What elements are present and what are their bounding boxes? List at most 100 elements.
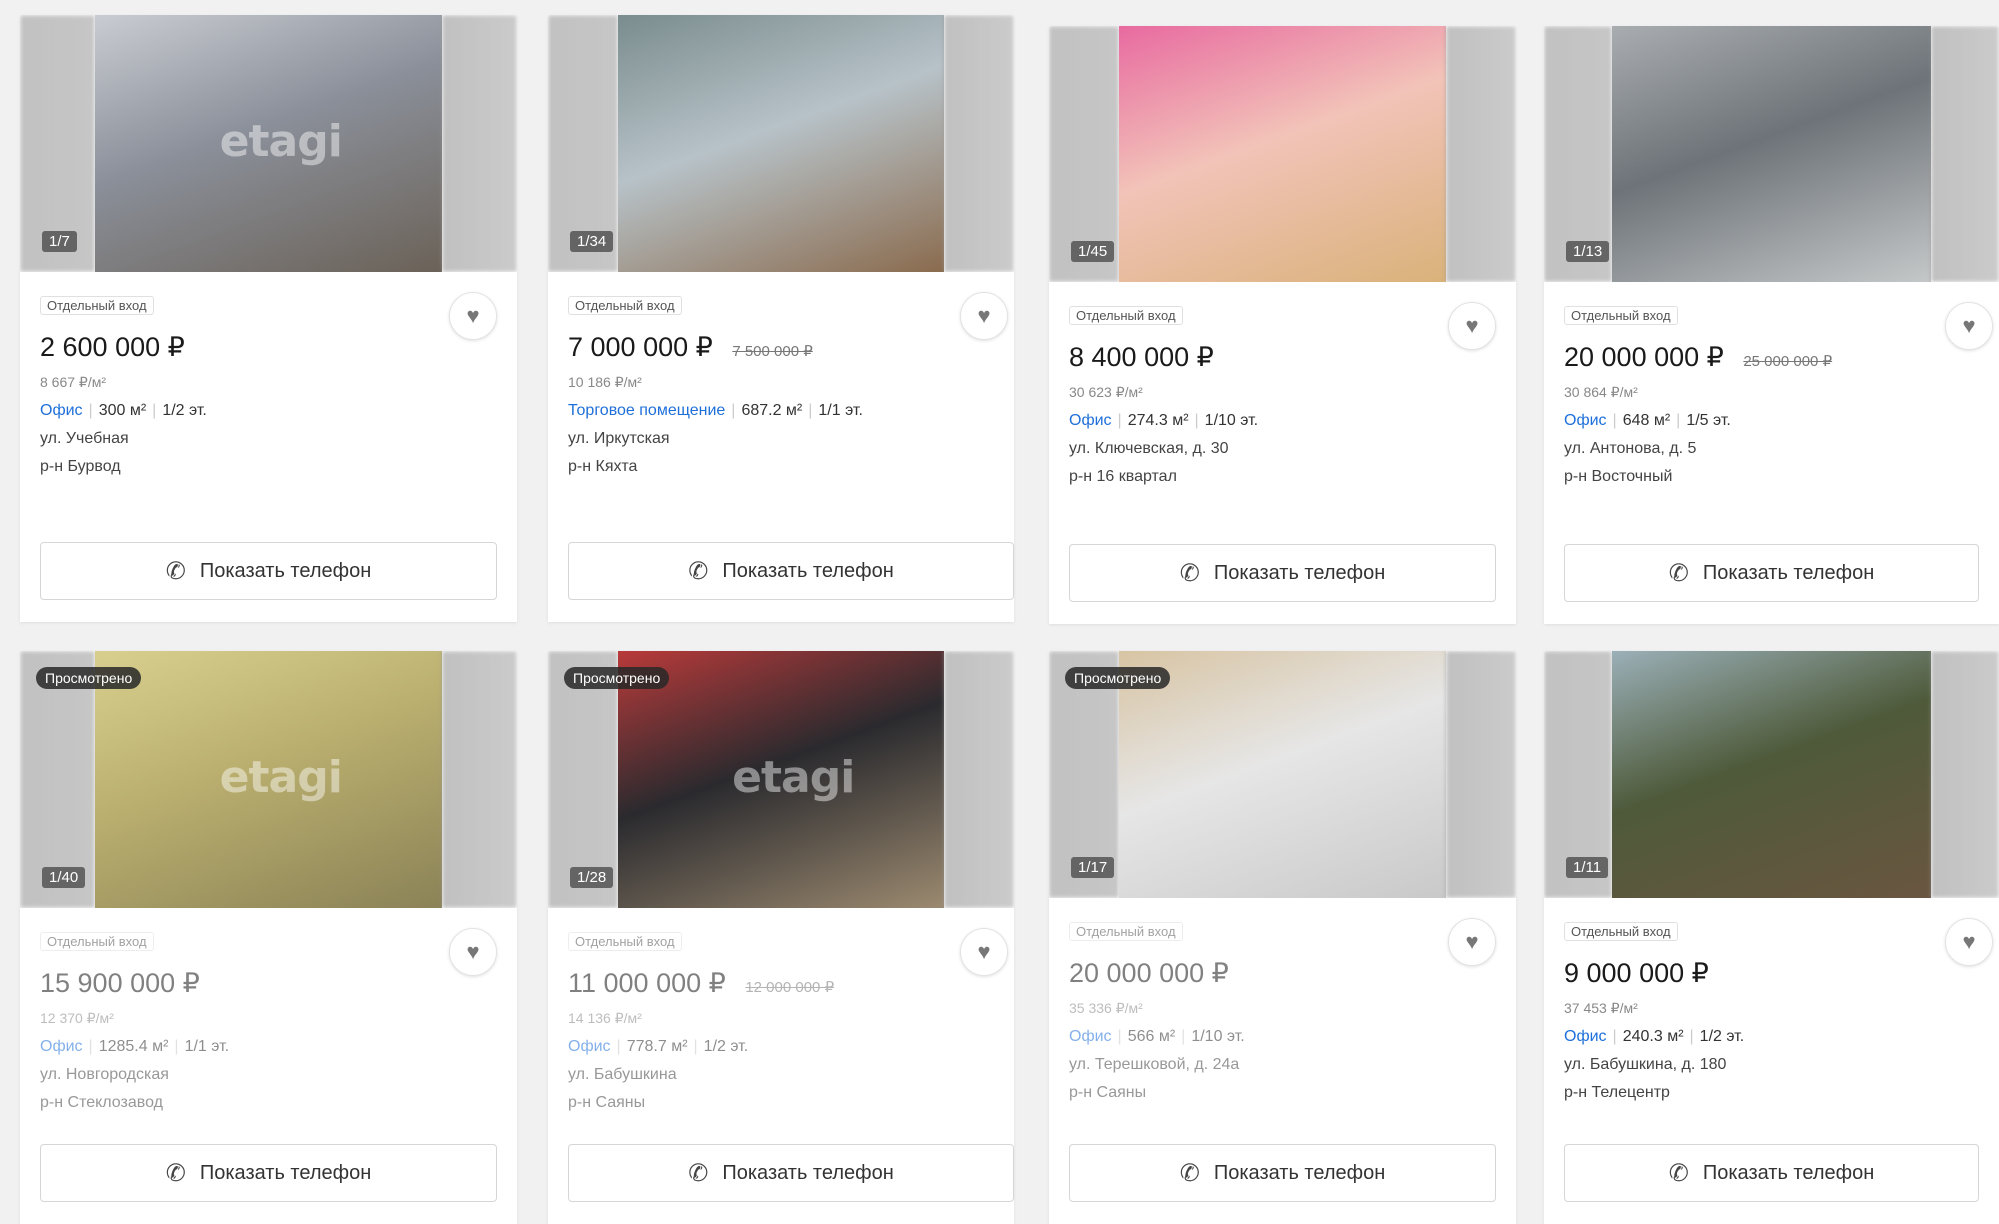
heart-icon: ♥ bbox=[1962, 313, 1976, 338]
phone-icon: ✆ bbox=[688, 1159, 709, 1187]
favorite-button[interactable]: ♥ bbox=[449, 292, 497, 340]
favorite-button[interactable]: ♥ bbox=[1945, 918, 1993, 966]
listing-district: р-н Саяны bbox=[1069, 1084, 1147, 1101]
listing-address: ул. Иркутская bbox=[568, 430, 670, 447]
etagi-watermark: etagi bbox=[219, 751, 343, 803]
meta-divider: | bbox=[1612, 1028, 1617, 1045]
favorite-button[interactable]: ♥ bbox=[1945, 302, 1993, 350]
listing-address: ул. Ключевская, д. 30 bbox=[1069, 440, 1229, 457]
photo-image bbox=[1119, 651, 1446, 898]
property-type-link[interactable]: Торговое помещение bbox=[568, 402, 725, 419]
etagi-watermark: etagi bbox=[219, 115, 343, 167]
listing-meta: Офис | 648 м² | 1/5 эт. bbox=[1564, 412, 1731, 430]
favorite-button[interactable]: ♥ bbox=[960, 928, 1008, 976]
favorite-button[interactable]: ♥ bbox=[1448, 918, 1496, 966]
listing-price[interactable]: 8 400 000 ₽ bbox=[1069, 342, 1214, 373]
property-type-link[interactable]: Офис bbox=[1564, 412, 1607, 429]
property-type-link[interactable]: Офис bbox=[40, 1038, 83, 1055]
photo-blur-edge bbox=[1445, 26, 1516, 282]
meta-divider: | bbox=[1676, 412, 1681, 429]
photo-counter: 1/28 bbox=[570, 867, 614, 888]
favorite-button[interactable]: ♥ bbox=[960, 292, 1008, 340]
listing-price[interactable]: 20 000 000 ₽ bbox=[1069, 958, 1229, 989]
listing-photo[interactable]: 1/17 Просмотрено bbox=[1049, 651, 1516, 898]
property-type-link[interactable]: Офис bbox=[1069, 1028, 1112, 1045]
listing-card[interactable]: 1/13 Отдельный вход 20 000 000 ₽ 25 000 … bbox=[1544, 26, 1999, 624]
listing-photo[interactable]: 1/45 bbox=[1049, 26, 1516, 282]
property-type-link[interactable]: Офис bbox=[1564, 1028, 1607, 1045]
property-floor: 1/2 эт. bbox=[1699, 1028, 1745, 1045]
show-phone-button[interactable]: ✆ Показать телефон bbox=[1069, 1144, 1496, 1202]
listing-meta: Торговое помещение | 687.2 м² | 1/1 эт. bbox=[568, 402, 863, 420]
listing-card[interactable]: 1/11 Отдельный вход 9 000 000 ₽ 37 453 ₽… bbox=[1544, 651, 1999, 1224]
listing-card[interactable]: 1/34 Отдельный вход 7 000 000 ₽ 7 500 00… bbox=[548, 15, 1014, 622]
price-per-meter: 35 336 ₽/м² bbox=[1069, 1000, 1143, 1016]
meta-divider: | bbox=[152, 402, 157, 419]
photo-counter: 1/11 bbox=[1566, 857, 1609, 878]
price-per-meter: 14 136 ₽/м² bbox=[568, 1010, 642, 1026]
viewed-badge: Просмотрено bbox=[564, 667, 670, 689]
property-area: 566 м² bbox=[1127, 1028, 1176, 1045]
show-phone-button[interactable]: ✆ Показать телефон bbox=[40, 542, 497, 600]
listing-price[interactable]: 2 600 000 ₽ bbox=[40, 332, 185, 363]
property-area: 778.7 м² bbox=[626, 1038, 688, 1055]
favorite-button[interactable]: ♥ bbox=[1448, 302, 1496, 350]
show-phone-label: Показать телефон bbox=[1213, 561, 1386, 584]
listing-meta: Офис | 566 м² | 1/10 эт. bbox=[1069, 1028, 1245, 1046]
show-phone-button[interactable]: ✆ Показать телефон bbox=[568, 1144, 1014, 1202]
listing-meta: Офис | 778.7 м² | 1/2 эт. bbox=[568, 1038, 748, 1056]
listing-photo[interactable]: 1/11 bbox=[1544, 651, 1999, 898]
listing-address: ул. Терешковой, д. 24а bbox=[1069, 1056, 1240, 1073]
property-area: 274.3 м² bbox=[1127, 412, 1189, 429]
listing-price[interactable]: 9 000 000 ₽ bbox=[1564, 958, 1709, 989]
listing-photo[interactable]: etagi 1/40 Просмотрено bbox=[20, 651, 517, 908]
property-type-link[interactable]: Офис bbox=[40, 402, 83, 419]
property-floor: 1/5 эт. bbox=[1686, 412, 1731, 429]
show-phone-label: Показать телефон bbox=[1213, 1161, 1386, 1184]
listing-district: р-н Бурвод bbox=[40, 458, 121, 475]
entrance-tag: Отдельный вход bbox=[1069, 306, 1183, 325]
listing-card[interactable]: 1/17 Просмотрено Отдельный вход 20 000 0… bbox=[1049, 651, 1516, 1224]
listing-price[interactable]: 20 000 000 ₽ 25 000 000 ₽ bbox=[1564, 342, 1832, 373]
listing-card[interactable]: etagi 1/28 Просмотрено Отдельный вход 11… bbox=[548, 651, 1014, 1224]
show-phone-label: Показать телефон bbox=[199, 1161, 372, 1184]
show-phone-label: Показать телефон bbox=[722, 559, 894, 582]
show-phone-button[interactable]: ✆ Показать телефон bbox=[1069, 544, 1496, 602]
listing-photo[interactable]: 1/13 bbox=[1544, 26, 1999, 282]
heart-icon: ♥ bbox=[1465, 929, 1479, 954]
meta-divider: | bbox=[616, 1038, 621, 1055]
meta-divider: | bbox=[808, 402, 813, 419]
listing-district: р-н Кяхта bbox=[568, 458, 638, 475]
property-area: 1285.4 м² bbox=[98, 1038, 169, 1055]
favorite-button[interactable]: ♥ bbox=[449, 928, 497, 976]
listing-photo[interactable]: etagi 1/7 bbox=[20, 15, 517, 272]
listing-price[interactable]: 15 900 000 ₽ bbox=[40, 968, 200, 999]
property-type-link[interactable]: Офис bbox=[568, 1038, 611, 1055]
listing-card[interactable]: 1/45 Отдельный вход 8 400 000 ₽ 30 623 ₽… bbox=[1049, 26, 1516, 624]
listing-price[interactable]: 11 000 000 ₽ 12 000 000 ₽ bbox=[568, 968, 834, 999]
photo-image bbox=[1119, 26, 1446, 282]
price-per-meter: 30 864 ₽/м² bbox=[1564, 384, 1638, 400]
property-type-link[interactable]: Офис bbox=[1069, 412, 1112, 429]
heart-icon: ♥ bbox=[1465, 313, 1479, 338]
listing-price[interactable]: 7 000 000 ₽ 7 500 000 ₽ bbox=[568, 332, 813, 363]
listing-photo[interactable]: 1/34 bbox=[548, 15, 1014, 272]
photo-image bbox=[1612, 651, 1931, 898]
listing-card[interactable]: etagi 1/7 Отдельный вход 2 600 000 ₽ 8 6… bbox=[20, 15, 517, 622]
show-phone-button[interactable]: ✆ Показать телефон bbox=[40, 1144, 497, 1202]
meta-divider: | bbox=[88, 402, 93, 419]
entrance-tag: Отдельный вход bbox=[1564, 306, 1678, 325]
photo-counter: 1/40 bbox=[42, 867, 86, 888]
property-area: 240.3 м² bbox=[1622, 1028, 1684, 1045]
photo-blur-edge bbox=[1445, 651, 1516, 898]
listing-card[interactable]: etagi 1/40 Просмотрено Отдельный вход 15… bbox=[20, 651, 517, 1224]
price-value: 15 900 000 ₽ bbox=[40, 968, 200, 998]
entrance-tag: Отдельный вход bbox=[40, 296, 154, 315]
show-phone-button[interactable]: ✆ Показать телефон bbox=[568, 542, 1014, 600]
heart-icon: ♥ bbox=[977, 939, 991, 964]
show-phone-button[interactable]: ✆ Показать телефон bbox=[1564, 1144, 1979, 1202]
meta-divider: | bbox=[731, 402, 736, 419]
meta-divider: | bbox=[1181, 1028, 1186, 1045]
listing-photo[interactable]: etagi 1/28 Просмотрено bbox=[548, 651, 1014, 908]
show-phone-button[interactable]: ✆ Показать телефон bbox=[1564, 544, 1979, 602]
